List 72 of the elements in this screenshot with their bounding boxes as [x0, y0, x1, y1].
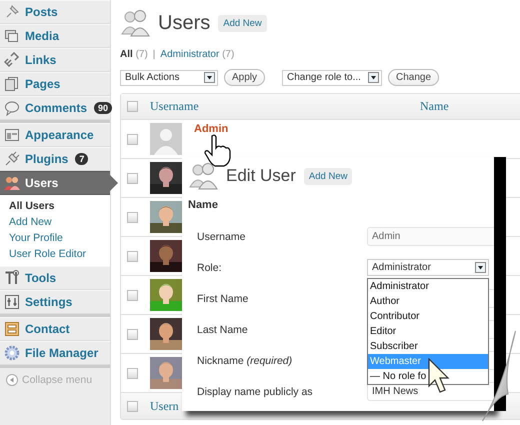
checkbox[interactable] — [127, 172, 138, 184]
menu-item[interactable]: Settings — [0, 290, 110, 314]
contact-icon — [4, 321, 20, 337]
dropdown-option[interactable]: — No role fo — [368, 369, 488, 384]
field-label: Role: — [196, 262, 223, 274]
collapse-icon — [6, 374, 18, 386]
change-role-dropdown[interactable]: Change role to... — [282, 70, 382, 86]
submenu-item[interactable]: All Users — [0, 198, 110, 214]
checkbox[interactable] — [127, 212, 138, 222]
checkbox[interactable] — [127, 134, 138, 144]
checkbox[interactable] — [127, 290, 138, 300]
menu-item[interactable]: Contact — [0, 317, 110, 341]
panel-title: Edit User — [226, 166, 296, 186]
plug-icon — [4, 151, 20, 167]
users-icon — [188, 161, 218, 191]
speech-bubble-icon — [4, 100, 20, 116]
menu-item[interactable]: Posts — [0, 0, 110, 24]
section-heading: Name — [188, 199, 219, 211]
chain-icon — [4, 52, 20, 68]
dropdown-option[interactable]: Administrator — [368, 279, 488, 294]
add-new-button[interactable]: Add New — [218, 14, 267, 32]
field-label: Username — [196, 230, 246, 242]
checkbox[interactable] — [127, 368, 138, 378]
menu-item[interactable]: Comments 90 — [0, 96, 110, 120]
username-link[interactable]: Admin — [194, 123, 228, 135]
pin-icon — [4, 4, 20, 20]
field-label: Nickname (required) — [196, 354, 294, 366]
filter-link[interactable]: Administrator (7) — [160, 49, 234, 60]
menu-item[interactable]: Links — [0, 48, 110, 72]
avatar-icon — [150, 123, 182, 155]
checkbox[interactable] — [127, 328, 138, 340]
dropdown-option[interactable]: Author — [368, 294, 488, 309]
media-icon — [4, 28, 20, 44]
tools-icon — [4, 270, 20, 286]
checkbox[interactable] — [127, 101, 138, 112]
filter-link[interactable]: All (7) — [120, 49, 148, 60]
dropdown-option[interactable]: Subscriber — [368, 339, 488, 354]
role-dropdown[interactable]: Administrator — [367, 259, 489, 276]
users-icon — [4, 175, 20, 191]
settings-icon — [4, 294, 20, 310]
submenu-item[interactable]: Add New — [0, 214, 110, 230]
users-icon — [120, 8, 150, 38]
count-badge: 90 — [94, 102, 112, 114]
dropdown-option[interactable]: Contributor — [368, 309, 488, 324]
change-button[interactable]: Change — [388, 69, 440, 86]
dropdown-option[interactable]: Editor — [368, 324, 488, 339]
window-icon — [4, 127, 20, 143]
field-label: First Name — [196, 292, 250, 304]
menu-item[interactable]: Appearance — [0, 123, 110, 147]
add-new-button[interactable]: Add New — [304, 168, 352, 184]
count-badge: 7 — [75, 153, 88, 165]
gear-icon — [4, 345, 20, 361]
pages-icon — [4, 76, 20, 92]
field-label: Last Name — [196, 324, 249, 336]
checkbox[interactable] — [127, 250, 138, 262]
menu-item[interactable]: Pages — [0, 72, 110, 96]
column-header[interactable]: Username — [150, 99, 420, 114]
submenu-item[interactable]: Your Profile — [0, 230, 110, 246]
dropdown-option[interactable]: Webmaster — [368, 354, 488, 369]
menu-item[interactable]: File Manager — [0, 341, 110, 365]
apply-button[interactable]: Apply — [224, 69, 266, 86]
menu-item[interactable]: Media — [0, 24, 110, 48]
field-label: Display name publicly as — [196, 386, 314, 398]
arrow-cursor-icon — [428, 358, 450, 393]
checkbox[interactable] — [127, 400, 138, 412]
column-header[interactable]: Name — [420, 99, 449, 114]
menu-item[interactable]: Tools — [0, 266, 110, 290]
page-title: Users — [158, 12, 210, 34]
separator: | — [152, 49, 156, 60]
bulk-actions-dropdown[interactable]: Bulk Actions — [120, 70, 218, 86]
column-header[interactable]: Usern — [150, 398, 179, 414]
submenu-item[interactable]: User Role Editor — [0, 246, 110, 262]
